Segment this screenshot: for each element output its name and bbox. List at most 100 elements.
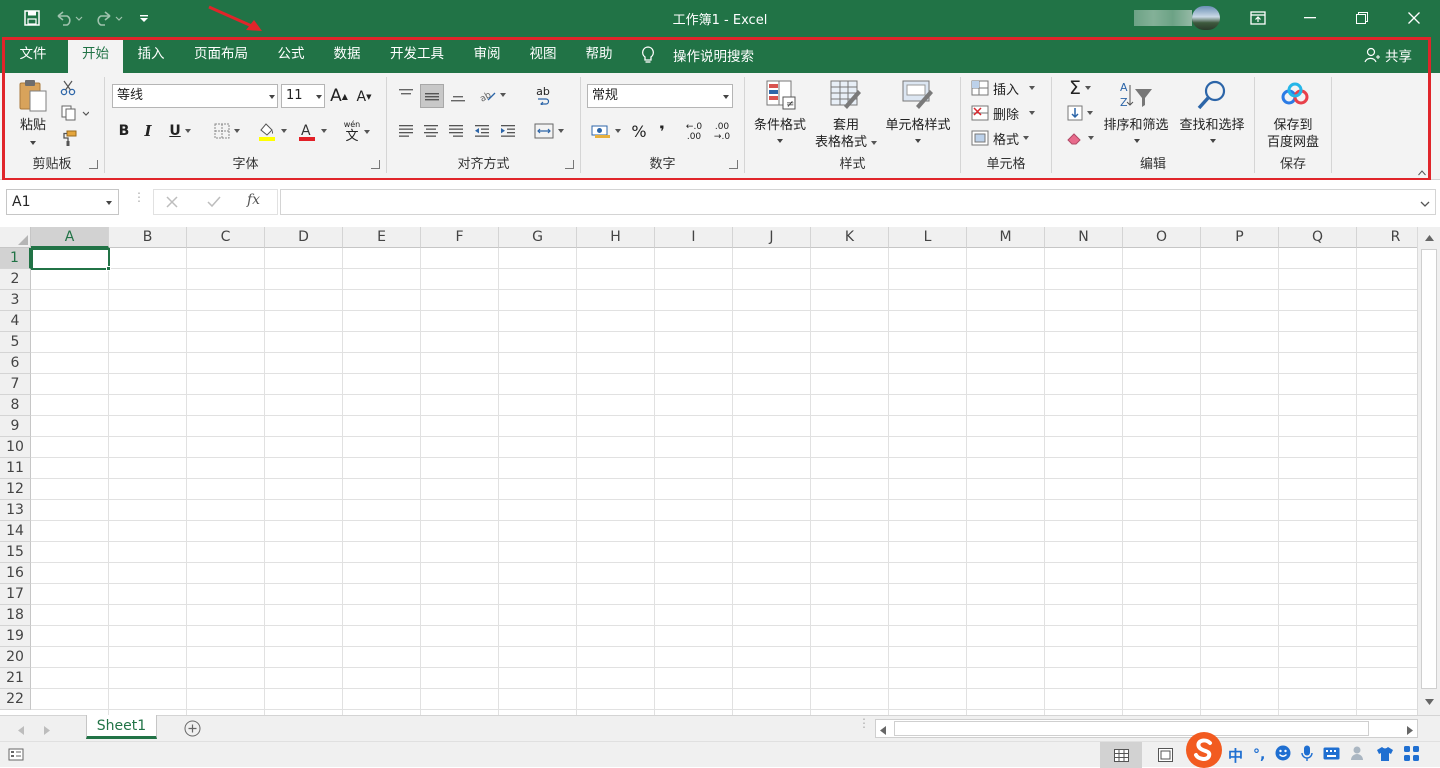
orientation-icon[interactable]: ab bbox=[475, 84, 509, 106]
user-avatar[interactable] bbox=[1192, 6, 1220, 30]
prev-sheet-icon[interactable] bbox=[18, 724, 24, 739]
number-launcher-icon[interactable] bbox=[729, 160, 738, 169]
column-header[interactable]: F bbox=[421, 227, 499, 248]
font-name-combo[interactable]: 等线 bbox=[112, 84, 278, 108]
comma-style-button[interactable]: ❜ bbox=[653, 120, 671, 142]
tab-review[interactable]: 审阅 bbox=[464, 40, 510, 73]
row-header[interactable]: 14 bbox=[0, 521, 31, 542]
page-layout-icon[interactable] bbox=[1158, 748, 1173, 766]
macro-record-icon[interactable] bbox=[8, 748, 24, 765]
ime-voice-icon[interactable] bbox=[1301, 745, 1314, 765]
resize-handle[interactable]: ⋮ bbox=[133, 191, 145, 209]
increase-indent-icon[interactable] bbox=[497, 120, 519, 142]
column-header[interactable]: P bbox=[1201, 227, 1279, 248]
column-header[interactable]: R bbox=[1357, 227, 1417, 248]
column-header[interactable]: G bbox=[499, 227, 577, 248]
column-header[interactable]: I bbox=[655, 227, 733, 248]
clipboard-launcher-icon[interactable] bbox=[89, 160, 98, 169]
vertical-scroll-thumb[interactable] bbox=[1421, 249, 1437, 689]
ime-chinese-mode[interactable]: 中 bbox=[1228, 745, 1243, 766]
row-header[interactable]: 3 bbox=[0, 290, 31, 311]
bold-button[interactable]: B bbox=[117, 121, 131, 141]
close-icon[interactable] bbox=[1389, 0, 1439, 36]
column-header[interactable]: N bbox=[1045, 227, 1123, 248]
formula-input[interactable] bbox=[280, 189, 1436, 215]
save-to-baidu-button[interactable]: 保存到 百度网盘 bbox=[1259, 77, 1327, 153]
ime-keyboard-icon[interactable] bbox=[1323, 746, 1340, 764]
ime-apps-icon[interactable] bbox=[1404, 745, 1420, 765]
row-header[interactable]: 11 bbox=[0, 458, 31, 479]
row-header[interactable]: 8 bbox=[0, 395, 31, 416]
enter-icon[interactable] bbox=[206, 194, 222, 214]
fill-icon[interactable] bbox=[1062, 103, 1098, 123]
sort-filter-button[interactable]: AZ 排序和筛选 bbox=[1100, 77, 1172, 151]
collapse-ribbon-icon[interactable] bbox=[1418, 165, 1426, 176]
minimize-icon[interactable] bbox=[1285, 0, 1335, 36]
column-header[interactable]: C bbox=[187, 227, 265, 248]
fill-handle[interactable] bbox=[106, 266, 111, 271]
paste-button[interactable]: 粘贴 bbox=[14, 77, 52, 149]
scroll-left-icon[interactable] bbox=[880, 724, 886, 739]
tab-data[interactable]: 数据 bbox=[324, 40, 370, 73]
column-header[interactable]: J bbox=[733, 227, 811, 248]
column-header[interactable]: K bbox=[811, 227, 889, 248]
ime-emoji-icon[interactable] bbox=[1275, 745, 1291, 765]
column-header[interactable]: M bbox=[967, 227, 1045, 248]
tab-developer[interactable]: 开发工具 bbox=[381, 40, 453, 73]
align-center-icon[interactable] bbox=[420, 120, 442, 142]
wrap-text-icon[interactable]: ab bbox=[530, 83, 556, 109]
row-header[interactable]: 13 bbox=[0, 500, 31, 521]
customize-qat-icon[interactable] bbox=[136, 8, 152, 28]
borders-icon[interactable] bbox=[209, 121, 245, 141]
tab-file[interactable]: 文件 bbox=[12, 40, 54, 73]
sheet-tab-sheet1[interactable]: Sheet1 bbox=[86, 715, 157, 739]
increase-decimal-button[interactable]: ←.0 .00 bbox=[681, 119, 707, 145]
tab-help[interactable]: 帮助 bbox=[576, 40, 622, 73]
phonetic-guide-icon[interactable]: wén 文 bbox=[339, 119, 375, 145]
row-header[interactable]: 20 bbox=[0, 647, 31, 668]
cancel-icon[interactable] bbox=[164, 194, 180, 214]
find-select-button[interactable]: 查找和选择 bbox=[1174, 77, 1250, 151]
font-color-icon[interactable]: A bbox=[295, 119, 329, 143]
scroll-right-icon[interactable] bbox=[1407, 724, 1413, 739]
clear-icon[interactable] bbox=[1062, 128, 1098, 148]
column-header[interactable]: H bbox=[577, 227, 655, 248]
insert-cells-button[interactable]: 插入 bbox=[971, 78, 1047, 98]
horizontal-scrollbar[interactable] bbox=[875, 719, 1418, 738]
expand-formula-icon[interactable] bbox=[1420, 197, 1430, 212]
active-cell-a1[interactable] bbox=[31, 248, 110, 270]
cut-icon[interactable] bbox=[58, 79, 78, 97]
column-header[interactable]: A bbox=[31, 227, 109, 248]
decrease-indent-icon[interactable] bbox=[471, 120, 493, 142]
shrink-font-icon[interactable]: A ▼ bbox=[355, 87, 373, 107]
scroll-down-icon[interactable] bbox=[1420, 693, 1438, 711]
conditional-formatting-button[interactable]: ≠ 条件格式 bbox=[749, 77, 811, 151]
row-header[interactable]: 17 bbox=[0, 584, 31, 605]
autosum-button[interactable]: Σ bbox=[1062, 77, 1098, 99]
column-header[interactable]: L bbox=[889, 227, 967, 248]
row-header[interactable]: 6 bbox=[0, 353, 31, 374]
redo-icon[interactable] bbox=[92, 8, 126, 28]
row-header[interactable]: 7 bbox=[0, 374, 31, 395]
save-icon[interactable] bbox=[22, 8, 42, 28]
align-right-icon[interactable] bbox=[445, 120, 467, 142]
cell-styles-button[interactable]: 单元格样式 bbox=[881, 77, 955, 151]
grow-font-icon[interactable]: A ▲ bbox=[330, 85, 348, 107]
row-header[interactable]: 9 bbox=[0, 416, 31, 437]
row-header[interactable]: 19 bbox=[0, 626, 31, 647]
restore-icon[interactable] bbox=[1337, 0, 1387, 36]
decrease-decimal-button[interactable]: .00 →.0 bbox=[709, 119, 735, 145]
format-painter-icon[interactable] bbox=[58, 129, 78, 147]
ime-punctuation-icon[interactable]: °, bbox=[1253, 747, 1265, 763]
column-header[interactable]: O bbox=[1123, 227, 1201, 248]
undo-icon[interactable] bbox=[52, 8, 86, 28]
delete-cells-button[interactable]: 删除 bbox=[971, 103, 1047, 123]
row-header[interactable]: 21 bbox=[0, 668, 31, 689]
tell-me-search[interactable]: 操作说明搜索 bbox=[641, 44, 763, 66]
share-button[interactable]: 共享 bbox=[1364, 44, 1420, 66]
tab-page-layout[interactable]: 页面布局 bbox=[186, 40, 256, 73]
column-header[interactable]: D bbox=[265, 227, 343, 248]
row-header[interactable]: 10 bbox=[0, 437, 31, 458]
plus-circle-icon[interactable] bbox=[184, 720, 201, 741]
next-sheet-icon[interactable] bbox=[44, 724, 50, 739]
